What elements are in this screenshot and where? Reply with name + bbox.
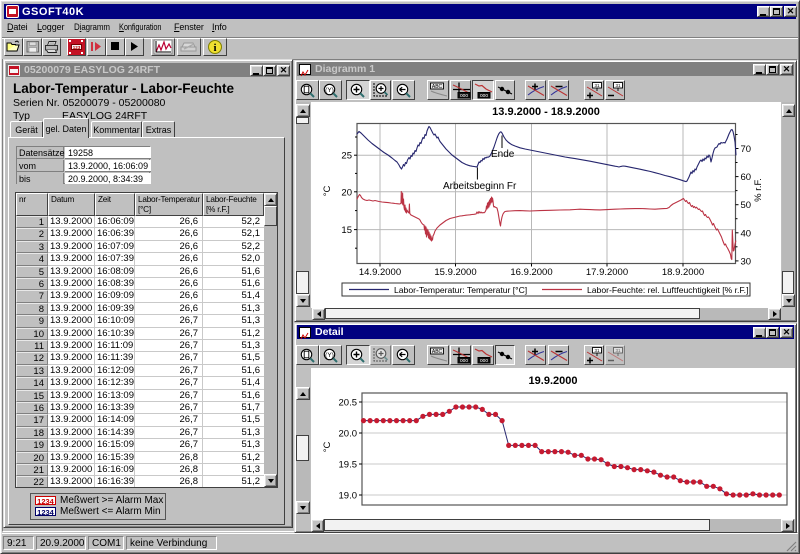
svg-text:000: 000 <box>459 93 467 99</box>
svg-text:Arbeitsbeginn Fr: Arbeitsbeginn Fr <box>443 181 517 192</box>
svg-text:15: 15 <box>341 225 352 236</box>
svg-text:19.0: 19.0 <box>339 491 358 502</box>
svg-text:18.9.2000: 18.9.2000 <box>662 267 704 278</box>
svg-text:13.9.2000 - 18.9.2000: 13.9.2000 - 18.9.2000 <box>492 106 600 118</box>
svg-text:20.0: 20.0 <box>339 429 358 440</box>
svg-text:20.5: 20.5 <box>339 398 358 409</box>
svg-text:14.9.2000: 14.9.2000 <box>359 267 401 278</box>
svg-text:% r.F.: % r.F. <box>753 178 764 202</box>
svg-text:20: 20 <box>341 187 352 198</box>
svg-text:Ende: Ende <box>491 149 515 160</box>
svg-text:50: 50 <box>741 200 752 211</box>
svg-text:000: 000 <box>480 358 488 364</box>
svg-text:000: 000 <box>459 358 467 364</box>
svg-text:(Y): (Y) <box>325 352 334 359</box>
svg-text:°C: °C <box>322 442 333 453</box>
svg-text:17.9.2000: 17.9.2000 <box>586 267 628 278</box>
svg-text:70: 70 <box>741 144 752 155</box>
svg-text:°C: °C <box>322 186 333 197</box>
svg-text:30: 30 <box>741 256 752 267</box>
svg-text:31: 31 <box>594 83 600 88</box>
svg-text:31: 31 <box>615 83 621 88</box>
svg-text:60: 60 <box>741 172 752 183</box>
svg-text:15.9.2000: 15.9.2000 <box>434 267 476 278</box>
svg-text:Labor-Feuchte: rel. Luftfeucht: Labor-Feuchte: rel. Luftfeuchtigkeit [% … <box>587 285 748 295</box>
svg-text:31: 31 <box>594 348 600 353</box>
svg-text:31: 31 <box>615 348 621 353</box>
svg-text:40: 40 <box>741 228 752 239</box>
svg-text:16.9.2000: 16.9.2000 <box>510 267 552 278</box>
svg-text:ABC: ABC <box>432 349 443 355</box>
svg-text:ABC: ABC <box>432 84 443 90</box>
svg-text:Labor-Temperatur: Temperatur [: Labor-Temperatur: Temperatur [°C] <box>394 285 527 295</box>
svg-text:25: 25 <box>341 151 352 162</box>
svg-text:000: 000 <box>480 93 488 99</box>
svg-text:(Y): (Y) <box>325 87 334 94</box>
svg-text:19.5: 19.5 <box>339 460 358 471</box>
svg-text:19.9.2000: 19.9.2000 <box>529 375 578 387</box>
